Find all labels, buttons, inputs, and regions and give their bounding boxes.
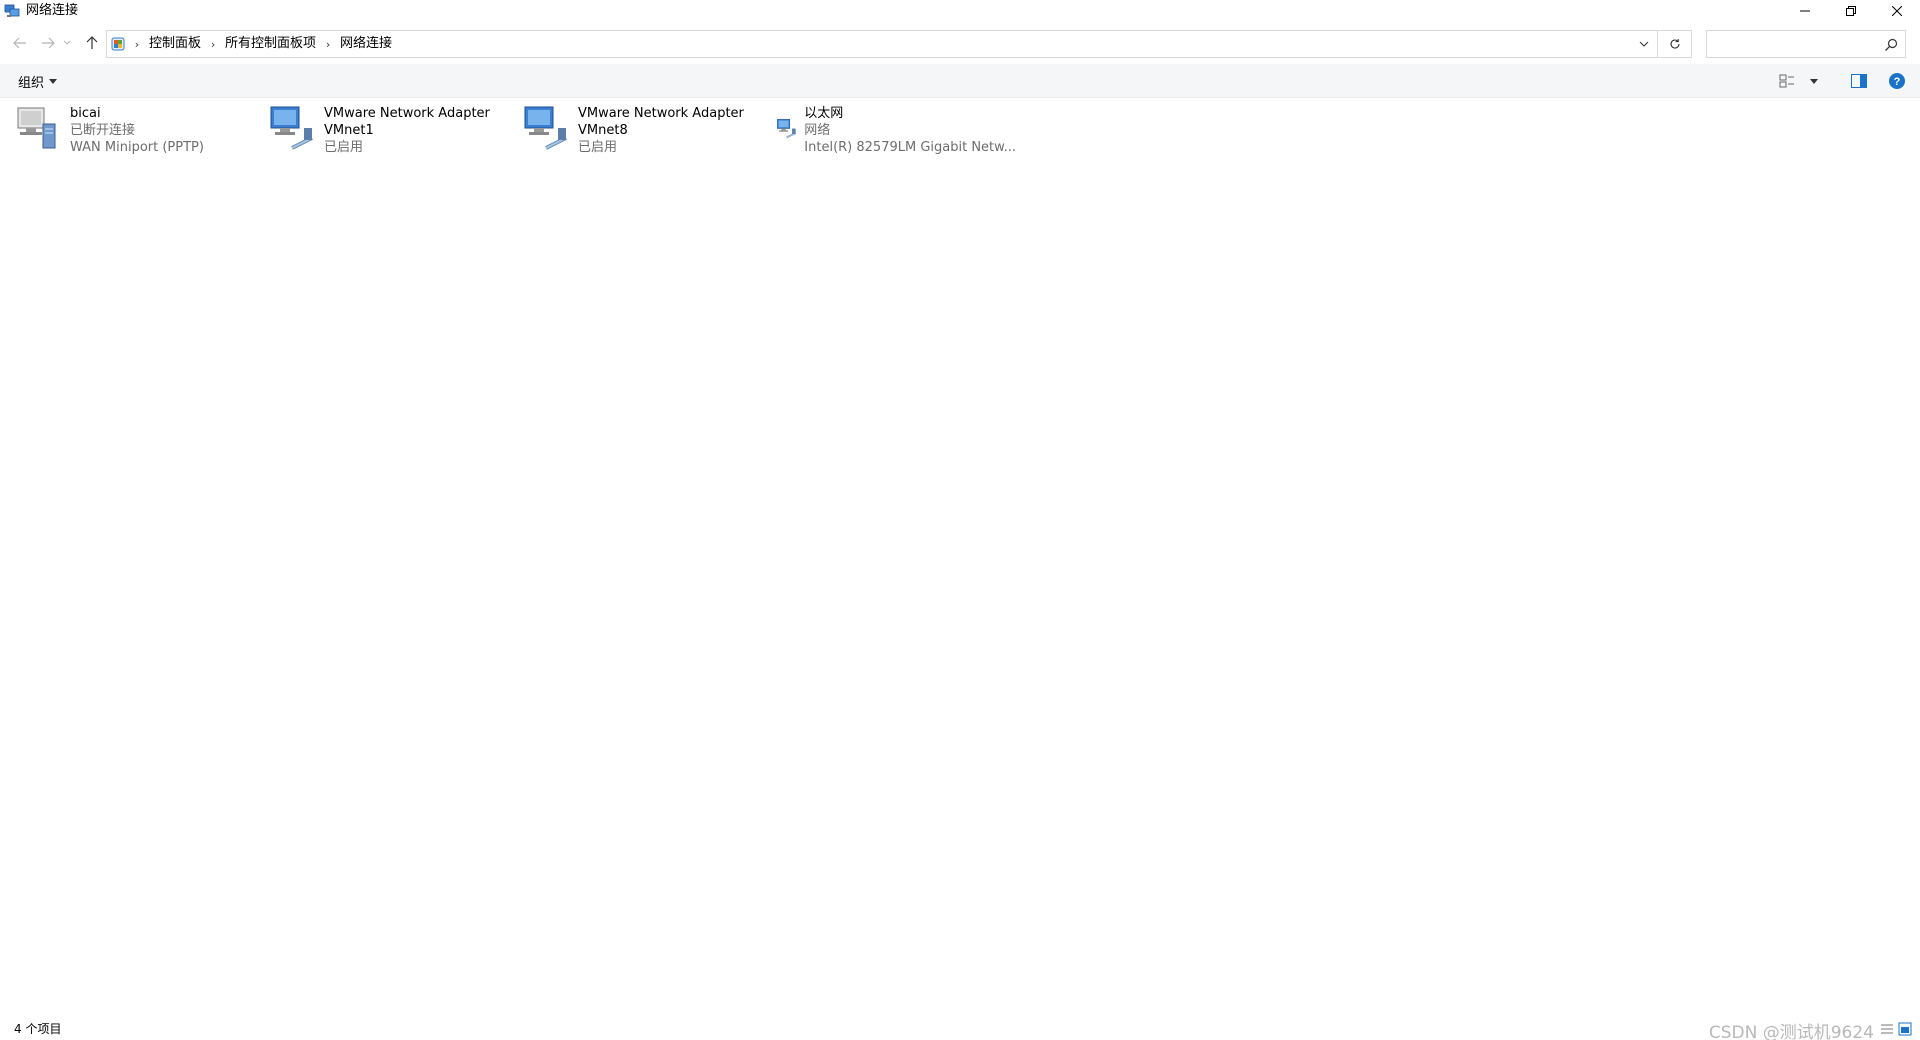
refresh-icon: [1669, 39, 1680, 49]
restore-button[interactable]: [1828, 0, 1874, 22]
address-history-dropdown[interactable]: [1631, 31, 1657, 57]
list-item-bicai[interactable]: bicai 已断开连接 WAN Miniport (PPTP): [14, 104, 254, 160]
arrow-right-icon: [42, 37, 55, 49]
minimize-button[interactable]: [1782, 0, 1828, 22]
network-connections-app-icon: [4, 3, 20, 19]
caret-down-icon: [49, 78, 58, 84]
command-bar-right: ?: [1776, 70, 1908, 92]
arrow-up-icon: [86, 36, 98, 49]
help-icon: ?: [1889, 73, 1905, 89]
connection-network: VMnet1: [324, 123, 374, 138]
watermark: CSDN @测试机9624: [1708, 1023, 1874, 1040]
connection-device: WAN Miniport (PPTP): [70, 140, 204, 155]
status-bar: 4 个项目 CSDN @测试机9624: [0, 1016, 1920, 1040]
organize-label: 组织: [18, 75, 45, 91]
control-panel-location-icon: [107, 31, 129, 57]
address-bar[interactable]: › 控制面板 › 所有控制面板项 › 网络连接: [106, 30, 1692, 58]
list-item-vmnet1[interactable]: VMware Network Adapter VMnet1 已启用: [268, 104, 508, 160]
connection-name: VMware Network Adapter: [578, 106, 744, 121]
organize-menu-button[interactable]: 组织: [18, 72, 58, 91]
breadcrumb-separator[interactable]: ›: [129, 31, 145, 57]
command-bar: 组织 ?: [0, 64, 1920, 98]
breadcrumb-item-network-connections[interactable]: 网络连接: [336, 31, 396, 57]
close-icon: [1892, 6, 1902, 16]
change-view-button[interactable]: [1776, 70, 1798, 92]
list-item-vmnet8[interactable]: VMware Network Adapter VMnet8 已启用: [522, 104, 762, 160]
arrow-left-icon: [13, 37, 26, 49]
connection-network: 网络: [804, 123, 831, 138]
item-count: 4 个项目: [14, 1022, 62, 1036]
connection-status: 已断开连接: [70, 123, 136, 138]
address-row: › 控制面板 › 所有控制面板项 › 网络连接: [0, 26, 1920, 60]
svg-text:?: ?: [1894, 76, 1901, 88]
search-box[interactable]: [1706, 30, 1906, 58]
connection-name: VMware Network Adapter: [324, 106, 490, 121]
recent-locations-button[interactable]: [60, 32, 74, 54]
connection-network: VMnet8: [578, 123, 628, 138]
view-options-icon: [1779, 74, 1794, 88]
search-icon[interactable]: [1883, 37, 1899, 53]
close-button[interactable]: [1874, 0, 1920, 22]
up-button[interactable]: [80, 32, 104, 54]
title-bar: 网络连接: [0, 0, 1920, 22]
connection-status: 已启用: [578, 140, 618, 155]
connection-name: bicai: [70, 106, 101, 121]
help-button[interactable]: ?: [1886, 70, 1908, 92]
back-button[interactable]: [8, 32, 32, 54]
window-controls: [1782, 0, 1920, 22]
network-adapter-icon: [777, 118, 797, 139]
window-title: 网络连接: [26, 3, 79, 18]
preview-pane-button[interactable]: [1848, 70, 1870, 92]
chevron-down-icon: [63, 40, 71, 45]
breadcrumb-separator[interactable]: ›: [205, 31, 221, 57]
breadcrumb-separator[interactable]: ›: [320, 31, 336, 57]
connection-name: 以太网: [804, 106, 844, 121]
network-adapter-icon: [270, 106, 313, 150]
connection-device: Intel(R) 82579LM Gigabit Netw...: [804, 140, 1016, 155]
vpn-connection-icon: [17, 107, 56, 149]
caret-down-icon: [1810, 78, 1818, 84]
breadcrumb-item-all-items[interactable]: 所有控制面板项: [221, 31, 320, 57]
list-item-ethernet[interactable]: 以太网 网络 Intel(R) 82579LM Gigabit Netw...: [776, 104, 1016, 160]
breadcrumb-item-control-panel[interactable]: 控制面板: [145, 31, 205, 57]
large-icons-view-icon[interactable]: [1898, 1022, 1912, 1036]
minimize-icon: [1800, 10, 1810, 12]
connection-status: 已启用: [324, 140, 364, 155]
chevron-down-icon: [1639, 41, 1649, 47]
view-dropdown-button[interactable]: [1808, 70, 1820, 92]
details-view-icon[interactable]: [1880, 1022, 1894, 1036]
refresh-button[interactable]: [1657, 31, 1691, 57]
preview-pane-icon: [1851, 74, 1867, 88]
search-input[interactable]: [1711, 34, 1871, 54]
network-connections-window: 网络连接 › 控制面板 › 所有控制面板项 › 网络连接 组织 ? bicai …: [0, 0, 1920, 1040]
restore-icon: [1846, 6, 1856, 16]
network-adapter-icon: [524, 106, 567, 150]
forward-button[interactable]: [36, 32, 60, 54]
